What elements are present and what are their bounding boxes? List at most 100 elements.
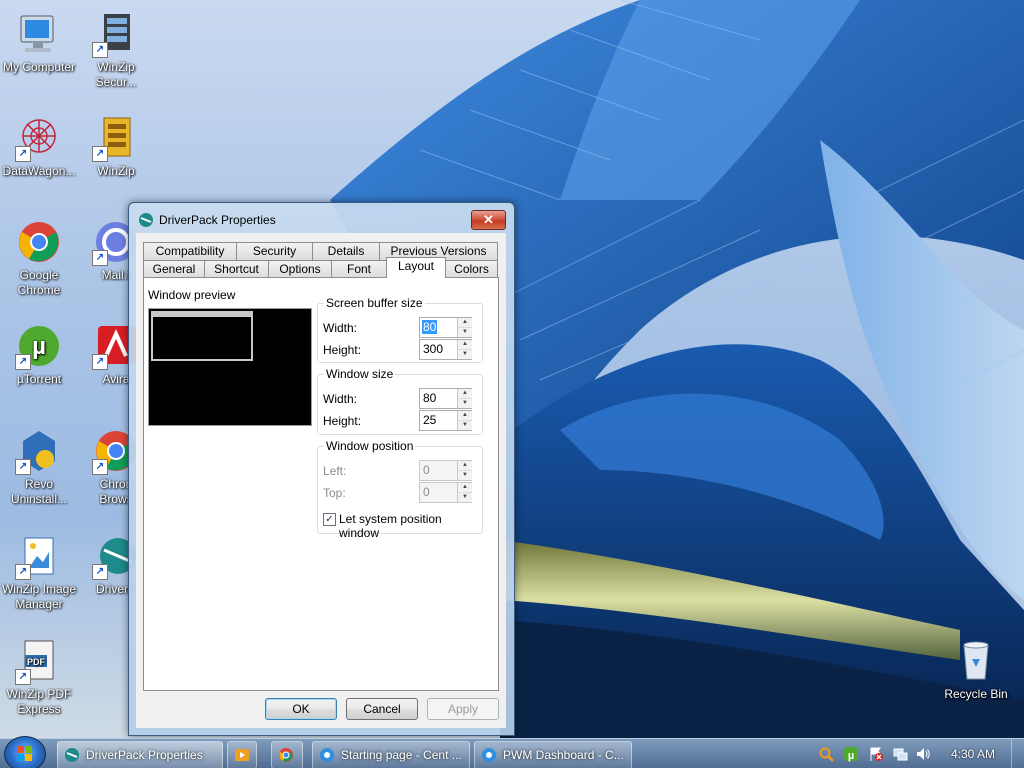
computer-icon — [15, 10, 63, 58]
chrome-icon — [15, 218, 63, 266]
spin-up-icon[interactable]: ▲ — [457, 318, 472, 327]
close-button[interactable]: ✕ — [471, 210, 506, 230]
spin-up-icon[interactable]: ▲ — [457, 340, 472, 349]
desktop-icon-datawagon[interactable]: ↗ DataWagon... — [0, 114, 78, 179]
shortcut-arrow-icon: ↗ — [92, 564, 108, 580]
buffer-width-value[interactable]: 80 — [422, 320, 438, 334]
utorrent-tray-icon[interactable]: µ — [843, 746, 859, 762]
shortcut-arrow-icon: ↗ — [15, 354, 31, 370]
shortcut-arrow-icon: ↗ — [92, 42, 108, 58]
driverpack-icon — [65, 748, 79, 762]
taskbar-item-driverpack-properties[interactable]: DriverPack Properties — [57, 741, 223, 768]
desktop-icon-winzip-secure[interactable]: ↗ WinZip Secur... — [77, 10, 155, 90]
let-system-position-label[interactable]: Let system position window — [339, 512, 482, 540]
svg-text:µ: µ — [32, 333, 46, 360]
tab-compatibility[interactable]: Compatibility — [143, 242, 237, 260]
spin-down-icon: ▼ — [457, 492, 472, 502]
ok-button[interactable]: OK — [265, 698, 337, 720]
position-top-value: 0 — [423, 485, 430, 499]
cancel-button[interactable]: Cancel — [346, 698, 418, 720]
spin-up-icon: ▲ — [457, 483, 472, 492]
winzip-secure-icon: ↗ — [92, 10, 140, 58]
tab-details[interactable]: Details — [312, 242, 380, 260]
volume-icon[interactable] — [915, 746, 931, 762]
winzip-pdf-icon: PDF ↗ — [15, 637, 63, 685]
window-width-value[interactable]: 80 — [422, 391, 437, 405]
tab-colors[interactable]: Colors — [445, 260, 498, 278]
desktop-icon-my-computer[interactable]: My Computer — [0, 10, 78, 75]
spin-up-icon[interactable]: ▲ — [457, 389, 472, 398]
spin-down-icon[interactable]: ▼ — [457, 420, 472, 430]
desktop-icon-google-chrome[interactable]: Google Chrome — [0, 218, 78, 298]
window-position-group: Window position Left: 0 ▲ ▼ Top: 0 ▲ ▼ ✓ L… — [317, 439, 483, 540]
window-position-title: Window position — [324, 439, 416, 453]
tab-options[interactable]: Options — [268, 260, 332, 278]
shortcut-arrow-icon: ↗ — [15, 564, 31, 580]
taskbar-item-starting-page[interactable]: Starting page - Cent ... — [312, 741, 470, 768]
svg-text:PDF: PDF — [27, 657, 46, 667]
screen-buffer-title: Screen buffer size — [324, 296, 425, 310]
desktop-icon-winzip[interactable]: ↗ WinZip — [77, 114, 155, 179]
search-icon[interactable] — [818, 746, 834, 762]
dialog-title: DriverPack Properties — [159, 213, 276, 227]
taskbar: DriverPack Properties Starting page - Ce… — [0, 736, 1024, 768]
let-system-position-checkbox[interactable]: ✓ — [323, 513, 336, 526]
buffer-height-value[interactable]: 300 — [422, 342, 444, 356]
datawagon-icon: ↗ — [15, 114, 63, 162]
position-left-spinner: 0 ▲ ▼ — [419, 460, 472, 481]
window-preview — [148, 308, 312, 426]
show-desktop-button[interactable] — [1011, 739, 1024, 768]
window-preview-frame — [151, 311, 253, 361]
position-left-label: Left: — [323, 464, 347, 478]
desktop-icon-utorrent[interactable]: µ ↗ µTorrent — [0, 322, 78, 387]
dialog-titlebar[interactable]: DriverPack Properties ✕ — [129, 203, 514, 233]
desktop-icon-winzip-image-manager[interactable]: ↗ WinZip Image Manager — [0, 532, 78, 612]
taskbar-item-pwm-dashboard[interactable]: PWM Dashboard - C... — [474, 741, 632, 768]
clock[interactable]: 4:30 AM — [944, 739, 1002, 768]
tab-font[interactable]: Font — [331, 260, 387, 278]
window-height-value[interactable]: 25 — [422, 413, 437, 427]
start-button[interactable] — [4, 736, 46, 768]
window-height-spinner[interactable]: 25 ▲ ▼ — [419, 410, 472, 431]
tab-layout[interactable]: Layout — [386, 257, 446, 278]
revo-uninstaller-icon: ↗ — [15, 427, 63, 475]
window-width-spinner[interactable]: 80 ▲ ▼ — [419, 388, 472, 409]
spin-down-icon: ▼ — [457, 470, 472, 480]
centbrowser-icon — [482, 748, 496, 762]
shortcut-arrow-icon: ↗ — [15, 459, 31, 475]
spin-down-icon[interactable]: ▼ — [457, 327, 472, 337]
spin-down-icon[interactable]: ▼ — [457, 398, 472, 408]
shortcut-arrow-icon: ↗ — [92, 354, 108, 370]
action-center-flag-icon[interactable] — [868, 746, 884, 762]
spin-up-icon[interactable]: ▲ — [457, 411, 472, 420]
shortcut-arrow-icon: ↗ — [15, 146, 31, 162]
desktop-icon-recycle-bin[interactable]: Recycle Bin — [937, 637, 1015, 702]
position-top-spinner: 0 ▲ ▼ — [419, 482, 472, 503]
shortcut-arrow-icon: ↗ — [92, 146, 108, 162]
buffer-height-spinner[interactable]: 300 ▲ ▼ — [419, 339, 472, 360]
shortcut-arrow-icon: ↗ — [92, 459, 108, 475]
apply-button: Apply — [427, 698, 499, 720]
window-preview-label: Window preview — [148, 288, 236, 302]
driverpack-properties-dialog: DriverPack Properties ✕ Compatibility Se… — [128, 202, 515, 736]
taskbar-item-chrome[interactable] — [271, 741, 303, 768]
desktop-icon-revo-uninstaller[interactable]: ↗ Revo Uninstall... — [0, 427, 78, 507]
tab-shortcut[interactable]: Shortcut — [204, 260, 269, 278]
dialog-client-area: Compatibility Security Details Previous … — [136, 233, 506, 728]
window-size-title: Window size — [324, 367, 396, 381]
svg-text:µ: µ — [848, 750, 854, 762]
buffer-width-spinner[interactable]: 80 ▲ ▼ — [419, 317, 472, 338]
buffer-width-label: Width: — [323, 321, 358, 335]
spin-up-icon: ▲ — [457, 461, 472, 470]
checkmark-icon: ✓ — [325, 514, 334, 525]
position-top-label: Top: — [323, 486, 346, 500]
spin-down-icon[interactable]: ▼ — [457, 349, 472, 359]
layout-tab-panel: Window preview Screen buffer size Width:… — [143, 277, 499, 691]
winzip-icon: ↗ — [92, 114, 140, 162]
network-icon[interactable] — [892, 746, 908, 762]
tab-security[interactable]: Security — [236, 242, 313, 260]
taskbar-item-media-player[interactable] — [227, 741, 257, 768]
tab-general[interactable]: General — [143, 260, 205, 278]
desktop-icon-winzip-pdf-express[interactable]: PDF ↗ WinZip PDF Express — [0, 637, 78, 717]
media-player-icon — [235, 749, 249, 761]
